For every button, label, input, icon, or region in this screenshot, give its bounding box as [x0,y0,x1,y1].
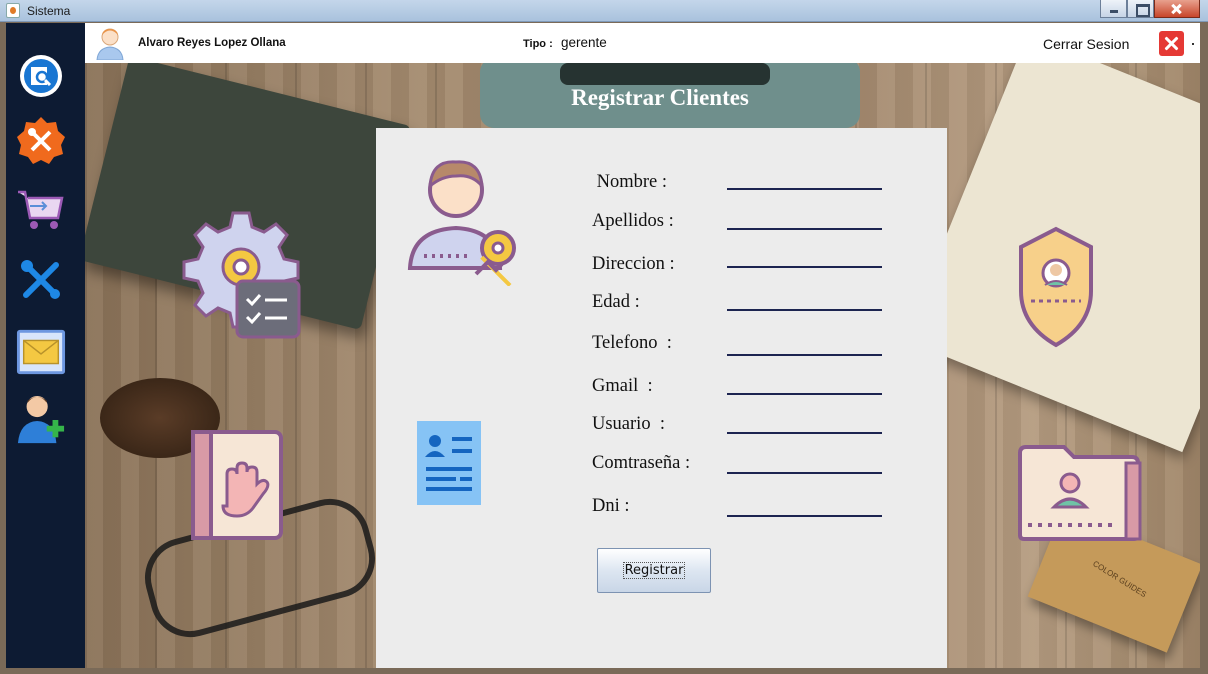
sidebar-item-tools[interactable] [16,116,66,166]
java-app-icon [6,3,20,18]
register-button[interactable]: Registrar [597,548,711,593]
user-key-icon [407,160,516,286]
label-direccion: Direccion : [592,254,675,274]
window-close-button[interactable] [1154,0,1200,18]
register-client-form: Nombre : Apellidos : Direccion : Edad : … [376,128,947,668]
logout-label[interactable]: Cerrar Sesion [1043,36,1129,52]
sidebar-item-cart[interactable] [16,185,66,235]
user-name: Alvaro Reyes Lopez Ollana [138,37,286,49]
input-telefono[interactable] [727,334,882,356]
label-contrasena: Comtraseña : [592,453,691,473]
label-gmail: Gmail : [592,376,653,396]
input-contrasena[interactable] [727,452,882,474]
input-dni[interactable] [727,495,882,517]
label-usuario: Usuario : [592,414,665,434]
tipo-label: Tipo : [523,38,553,50]
window-controls [1100,0,1200,18]
label-dni: Dni : [592,496,630,516]
gear-checklist-icon [182,211,301,339]
tipo-value: gerente [561,35,607,50]
user-avatar [96,28,124,60]
input-apellidos[interactable] [727,208,882,230]
folder-user-icon [1018,445,1142,541]
window-title-bar: Sistema [0,0,1208,22]
sidebar-item-add-user[interactable] [16,395,66,445]
minimize-button[interactable] [1100,0,1127,18]
search-report-icon [20,55,62,97]
sidebar-item-search-report[interactable] [16,51,66,101]
add-user-icon [17,395,65,444]
sidebar-item-settings[interactable] [16,255,66,305]
id-card-icon [417,421,481,505]
logout-button[interactable] [1159,31,1184,56]
input-nombre[interactable] [727,168,882,190]
tools-badge-icon [17,117,65,164]
register-button-label: Registrar [622,562,686,579]
input-gmail[interactable] [727,373,882,395]
stop-hand-book-icon [191,430,283,540]
sidebar-item-messages[interactable] [16,327,66,377]
header-dot [1192,43,1194,45]
label-telefono: Telefono : [592,333,672,353]
input-usuario[interactable] [727,412,882,434]
page-title: Registrar Clientes [571,85,749,110]
label-apellidos: Apellidos : [592,211,674,231]
input-direccion[interactable] [727,246,882,268]
top-header: Alvaro Reyes Lopez Ollana Tipo : gerente… [85,23,1200,63]
input-edad[interactable] [727,289,882,311]
wrench-screwdriver-icon [21,260,60,299]
label-nombre: Nombre : [592,172,668,192]
shield-user-icon [1019,226,1093,348]
mail-icon [16,329,66,375]
label-edad: Edad : [592,292,640,312]
maximize-button[interactable] [1127,0,1154,18]
shopping-cart-icon [18,190,64,229]
sidebar [6,23,85,668]
window-title: Sistema [27,4,71,18]
